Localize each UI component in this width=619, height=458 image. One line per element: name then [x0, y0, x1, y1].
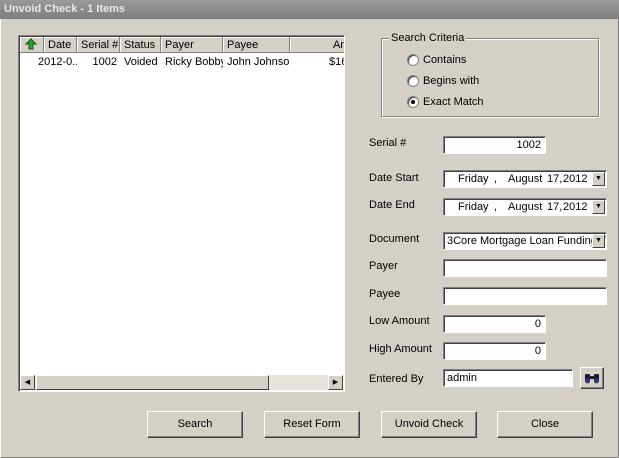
- date-start-label: Date Start: [369, 172, 419, 184]
- date-start-year[interactable]: 2012: [563, 173, 587, 185]
- payee-input[interactable]: [443, 287, 607, 305]
- document-selected-value: 3Core Mortgage Loan Funding Tran: [447, 235, 607, 247]
- cell-date: 2012-0...: [38, 56, 77, 68]
- high-amount-input[interactable]: 0: [443, 342, 546, 360]
- date-end-sep: ,: [494, 201, 498, 213]
- date-end-month[interactable]: August: [508, 201, 542, 213]
- column-payee[interactable]: Payee: [223, 37, 290, 53]
- date-start-month[interactable]: August: [508, 173, 542, 185]
- radio-contains-label: Contains: [423, 54, 467, 66]
- list-header: Date Serial # Status Payer Payee Amo: [20, 37, 344, 53]
- table-row[interactable]: 2012-0... 1002 Voided Ricky Bobby John J…: [20, 54, 344, 70]
- high-amount-label: High Amount: [369, 343, 432, 355]
- date-start-weekday[interactable]: Friday: [458, 173, 489, 185]
- serial-input[interactable]: 1002: [443, 136, 546, 154]
- column-status[interactable]: Status: [120, 37, 161, 53]
- cell-serial: 1002: [92, 56, 117, 68]
- sort-column-header[interactable]: [20, 37, 44, 53]
- radio-exact-match-circle[interactable]: [407, 96, 419, 108]
- reset-form-button[interactable]: Reset Form: [264, 411, 360, 438]
- scroll-thumb[interactable]: [36, 375, 269, 390]
- radio-exact-match[interactable]: Exact Match: [407, 95, 484, 109]
- document-label: Document: [369, 233, 420, 245]
- document-select[interactable]: 3Core Mortgage Loan Funding Tran ▼: [443, 232, 607, 250]
- cell-amount: $16: [329, 56, 344, 68]
- close-button[interactable]: Close: [497, 411, 593, 438]
- entered-by-input[interactable]: admin: [443, 369, 573, 387]
- column-date[interactable]: Date: [44, 37, 77, 53]
- column-serial[interactable]: Serial #: [77, 37, 120, 53]
- date-start-sep: ,: [494, 173, 498, 185]
- column-amount[interactable]: Amo: [290, 37, 344, 53]
- date-end-day[interactable]: 17,: [547, 201, 562, 213]
- radio-begins-with-circle[interactable]: [407, 75, 419, 87]
- date-end-weekday[interactable]: Friday: [458, 201, 489, 213]
- payer-input[interactable]: [443, 259, 607, 277]
- horizontal-scrollbar[interactable]: ◀ ▶: [20, 375, 343, 390]
- serial-label: Serial #: [369, 137, 407, 149]
- document-dropdown-icon[interactable]: ▼: [592, 234, 605, 248]
- date-start-picker[interactable]: Friday , August 17, 2012 ▼: [443, 170, 607, 188]
- window-title: Unvoid Check - 1 Items: [0, 0, 619, 19]
- payer-label: Payer: [369, 260, 398, 272]
- date-end-label: Date End: [369, 199, 415, 211]
- scroll-left-icon[interactable]: ◀: [20, 375, 35, 390]
- search-button[interactable]: Search: [147, 411, 243, 438]
- find-user-button[interactable]: [580, 367, 604, 389]
- payee-label: Payee: [369, 288, 401, 300]
- radio-begins-with[interactable]: Begins with: [407, 74, 479, 88]
- date-end-dropdown-icon[interactable]: ▼: [592, 200, 605, 214]
- date-end-picker[interactable]: Friday , August 17, 2012 ▼: [443, 198, 607, 216]
- unvoid-check-button[interactable]: Unvoid Check: [381, 411, 477, 438]
- date-end-year[interactable]: 2012: [563, 201, 587, 213]
- low-amount-label: Low Amount: [369, 315, 430, 327]
- radio-begins-with-label: Begins with: [423, 75, 480, 87]
- sort-arrow-icon: [24, 38, 38, 50]
- radio-contains[interactable]: Contains: [407, 53, 466, 67]
- low-amount-input[interactable]: 0: [443, 315, 546, 333]
- radio-exact-match-label: Exact Match: [423, 96, 484, 108]
- column-payer[interactable]: Payer: [161, 37, 223, 53]
- date-start-dropdown-icon[interactable]: ▼: [592, 172, 605, 186]
- binoculars-icon: [585, 374, 599, 384]
- cell-payer: Ricky Bobby: [165, 56, 223, 68]
- date-start-day[interactable]: 17,: [547, 173, 562, 185]
- radio-contains-circle[interactable]: [407, 54, 419, 66]
- checks-list[interactable]: Date Serial # Status Payer Payee Amo 201…: [18, 35, 345, 392]
- cell-status: Voided: [124, 56, 158, 68]
- cell-payee: John Johnson: [227, 56, 290, 68]
- scroll-right-icon[interactable]: ▶: [328, 375, 343, 390]
- column-amount-label: Amo: [333, 39, 344, 51]
- search-criteria-legend: Search Criteria: [389, 32, 467, 44]
- entered-by-label: Entered By: [369, 373, 424, 385]
